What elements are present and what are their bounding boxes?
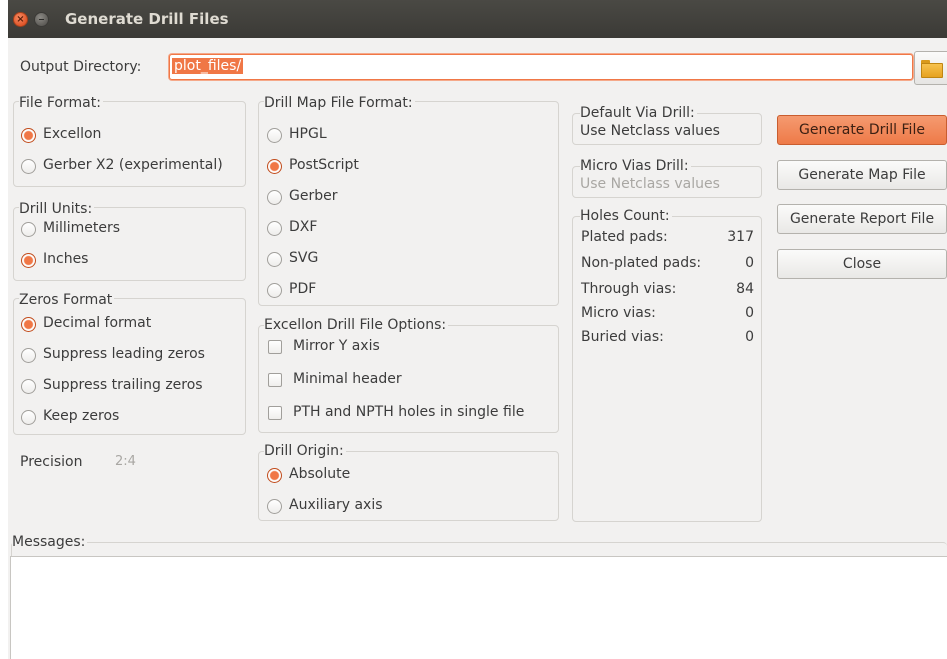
radio-svg-label[interactable]: SVG [289,250,318,266]
output-directory-label: Output Directory: [20,59,142,75]
holes-row-value: 317 [727,229,754,245]
generate-drill-file-button[interactable]: Generate Drill File [777,115,947,145]
holes-row-value: 84 [736,281,754,297]
holes-row-label: Non-plated pads: [581,255,702,271]
checkbox-minimal-header[interactable] [268,373,282,387]
checkbox-pth-npth-single[interactable] [268,406,282,420]
drill-units-group [13,207,246,281]
messages-textarea[interactable] [10,556,947,659]
holes-row-value: 0 [745,255,754,271]
radio-excellon[interactable] [21,128,36,143]
holes-row-label: Through vias: [581,281,677,297]
radio-pdf-label[interactable]: PDF [289,281,316,297]
checkbox-pth-npth-single-label[interactable]: PTH and NPTH holes in single file [293,404,524,420]
file-format-group [13,101,246,187]
radio-gerber-x2-label[interactable]: Gerber X2 (experimental) [43,157,223,173]
output-directory-value: plot_files/ [172,58,244,74]
drill-units-title: Drill Units: [19,201,95,217]
folder-icon [921,60,943,78]
radio-inches-label[interactable]: Inches [43,251,88,267]
browse-folder-button[interactable] [914,51,947,85]
precision-label: Precision [20,454,83,470]
holes-row-label: Plated pads: [581,229,668,245]
radio-gerber-x2[interactable] [21,159,36,174]
generate-map-file-button[interactable]: Generate Map File [777,160,947,190]
holes-row-value: 0 [745,305,754,321]
checkbox-minimal-header-label[interactable]: Minimal header [293,371,402,387]
radio-pdf[interactable] [267,283,282,298]
holes-row-label: Buried vias: [581,329,664,345]
radio-suppress-trailing[interactable] [21,379,36,394]
radio-decimal-format[interactable] [21,317,36,332]
generate-report-file-button[interactable]: Generate Report File [777,204,947,234]
radio-suppress-trailing-label[interactable]: Suppress trailing zeros [43,377,203,393]
holes-count-title: Holes Count: [580,208,672,224]
precision-value: 2:4 [115,454,136,469]
window-title: Generate Drill Files [65,10,229,28]
close-window-icon[interactable]: × [13,12,28,27]
checkbox-mirror-y[interactable] [268,340,282,354]
radio-hpgl[interactable] [267,128,282,143]
via-drill-value: Use Netclass values [580,123,720,139]
radio-gerber-label[interactable]: Gerber [289,188,337,204]
micro-via-drill-title: Micro Vias Drill: [580,158,691,174]
drill-dialog: Output Directory: plot_files/ File Forma… [8,38,947,659]
radio-millimeters[interactable] [21,222,36,237]
radio-postscript-label[interactable]: PostScript [289,157,359,173]
radio-decimal-format-label[interactable]: Decimal format [43,315,151,331]
radio-millimeters-label[interactable]: Millimeters [43,220,120,236]
radio-keep-zeros[interactable] [21,410,36,425]
close-button[interactable]: Close [777,249,947,279]
file-format-title: File Format: [19,95,103,111]
minimize-window-icon[interactable] [34,12,49,27]
zeros-format-title: Zeros Format [19,292,115,308]
holes-row-value: 0 [745,329,754,345]
drill-map-format-title: Drill Map File Format: [264,95,415,111]
radio-auxiliary-axis-label[interactable]: Auxiliary axis [289,497,383,513]
radio-svg[interactable] [267,252,282,267]
title-bar: × Generate Drill Files [8,0,947,38]
radio-inches[interactable] [21,253,36,268]
radio-gerber[interactable] [267,190,282,205]
holes-row-label: Micro vias: [581,305,656,321]
radio-absolute[interactable] [267,468,282,483]
checkbox-mirror-y-label[interactable]: Mirror Y axis [293,338,380,354]
radio-hpgl-label[interactable]: HPGL [289,126,327,142]
excellon-options-title: Excellon Drill File Options: [264,317,449,333]
output-directory-input[interactable]: plot_files/ [169,54,913,80]
radio-excellon-label[interactable]: Excellon [43,126,101,142]
radio-auxiliary-axis[interactable] [267,499,282,514]
radio-keep-zeros-label[interactable]: Keep zeros [43,408,119,424]
radio-suppress-leading[interactable] [21,348,36,363]
radio-dxf-label[interactable]: DXF [289,219,317,235]
radio-postscript[interactable] [267,159,282,174]
radio-suppress-leading-label[interactable]: Suppress leading zeros [43,346,205,362]
drill-origin-title: Drill Origin: [264,443,346,459]
radio-dxf[interactable] [267,221,282,236]
radio-absolute-label[interactable]: Absolute [289,466,350,482]
micro-via-drill-value: Use Netclass values [580,176,720,192]
messages-title: Messages: [12,534,88,550]
via-drill-title: Default Via Drill: [580,105,697,121]
